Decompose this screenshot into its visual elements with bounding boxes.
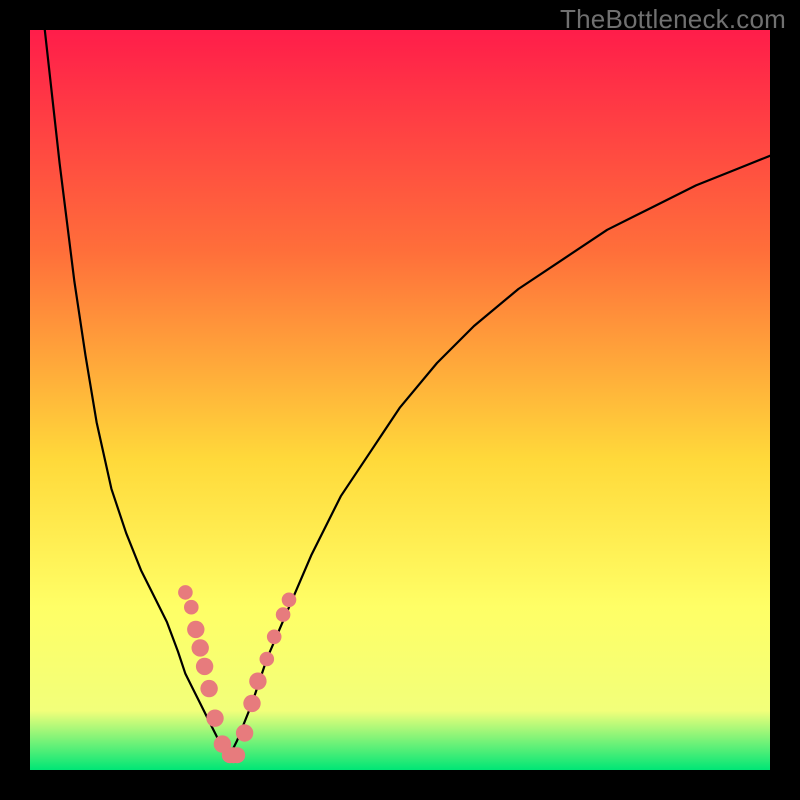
curve-right-branch — [230, 156, 770, 755]
data-marker — [260, 652, 275, 667]
data-marker — [178, 585, 193, 600]
data-marker — [282, 593, 297, 608]
marker-group — [178, 585, 296, 763]
data-marker — [276, 607, 291, 622]
data-marker — [200, 680, 217, 697]
data-marker — [229, 747, 245, 763]
data-marker — [243, 695, 260, 712]
data-marker — [184, 600, 199, 615]
data-marker — [236, 724, 253, 741]
data-marker — [267, 630, 282, 645]
curve-layer — [30, 30, 770, 770]
data-marker — [192, 639, 209, 656]
data-marker — [206, 710, 223, 727]
plot-area — [30, 30, 770, 770]
data-marker — [249, 673, 266, 690]
chart-frame: TheBottleneck.com — [0, 0, 800, 800]
data-marker — [196, 658, 213, 675]
data-marker — [187, 621, 204, 638]
